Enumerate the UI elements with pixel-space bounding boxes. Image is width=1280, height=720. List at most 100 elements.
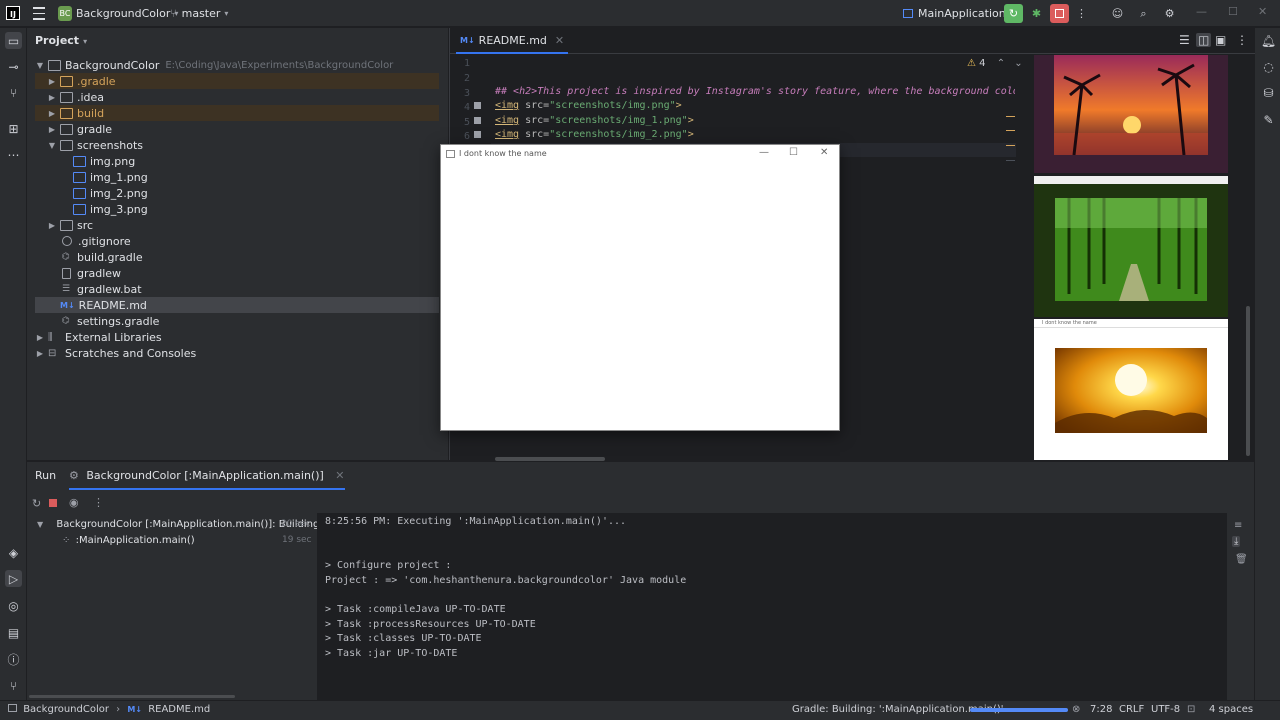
- project-tool-icon[interactable]: ▭: [5, 32, 22, 49]
- forest-path-image: [1034, 184, 1228, 317]
- ai-assistant-icon[interactable]: ◌: [1260, 58, 1277, 75]
- tree-item-gradlew-bat[interactable]: ☰ gradlew.bat: [35, 281, 439, 297]
- stop-button[interactable]: [1050, 4, 1069, 23]
- rerun-button[interactable]: ↻: [1004, 4, 1023, 23]
- project-switcher[interactable]: BackgroundColor ▾: [76, 0, 178, 27]
- tree-item-gitignore[interactable]: .gitignore: [35, 233, 439, 249]
- java-window-title: I dont know the name: [459, 149, 547, 158]
- scroll-to-end-icon[interactable]: ⤓: [1232, 536, 1241, 547]
- project-panel-title[interactable]: Project ▾: [35, 34, 87, 47]
- run-config-selector[interactable]: MainApplication ▾: [903, 0, 1014, 27]
- tree-item-readme[interactable]: M↓ README.md: [35, 297, 439, 313]
- run-tree-scrollbar[interactable]: [29, 695, 235, 698]
- file-encoding[interactable]: UTF-8: [1151, 704, 1180, 715]
- more-tools-icon[interactable]: ⋯: [5, 146, 22, 163]
- vertical-scrollbar[interactable]: [1246, 306, 1250, 456]
- console-line: Project : => 'com.heshanthenura.backgrou…: [325, 575, 687, 586]
- window-maximize-icon[interactable]: ☐: [1228, 5, 1238, 18]
- java-app-window[interactable]: I dont know the name — ☐ ✕: [440, 144, 840, 431]
- window-minimize-icon[interactable]: —: [1196, 5, 1207, 18]
- chevron-down-icon[interactable]: ⌄: [1014, 58, 1022, 69]
- structure-tool-icon[interactable]: ⊞: [5, 120, 22, 137]
- tree-item-img-2[interactable]: img_2.png: [35, 185, 439, 201]
- copilot-icon[interactable]: ✎: [1260, 111, 1277, 128]
- tree-item-img-1[interactable]: img_1.png: [35, 169, 439, 185]
- settings-gear-icon[interactable]: ⚙: [1160, 4, 1179, 23]
- clear-console-icon[interactable]: 🗑︎: [1235, 554, 1248, 565]
- run-tree-child[interactable]: ⁘ :MainApplication.main() 19 sec: [62, 535, 312, 546]
- add-user-icon[interactable]: ☺: [1108, 4, 1127, 23]
- show-options-icon[interactable]: ◉: [69, 496, 79, 509]
- tree-item-src[interactable]: ▶ src: [35, 217, 439, 233]
- markdown-preview[interactable]: I dont know the name: [1034, 55, 1228, 460]
- tree-item-idea[interactable]: ▶ .idea: [35, 89, 439, 105]
- tree-item-gradle-cache[interactable]: ▶ .gradle: [35, 73, 439, 89]
- breadcrumb-file[interactable]: README.md: [148, 704, 210, 715]
- git-icon[interactable]: ⑂: [5, 677, 22, 694]
- close-tab-icon[interactable]: ✕: [555, 34, 564, 47]
- preview-mode-code-icon[interactable]: ☰: [1179, 33, 1190, 47]
- tree-item-screenshots[interactable]: ▼ screenshots: [35, 137, 439, 153]
- tree-item-settings-gradle[interactable]: ⌬ settings.gradle: [35, 313, 439, 329]
- branch-switcher[interactable]: ⑂ master ▾: [170, 0, 228, 27]
- window-close-icon[interactable]: ✕: [820, 147, 828, 158]
- run-tree-root[interactable]: ▼ BackgroundColor [:MainApplication.main…: [37, 519, 319, 530]
- rerun-icon[interactable]: ↻: [32, 497, 41, 510]
- tree-item-img-3[interactable]: img_3.png: [35, 201, 439, 217]
- tree-item-gradle[interactable]: ▶ gradle: [35, 121, 439, 137]
- more-actions-icon[interactable]: ⋮: [1072, 4, 1091, 23]
- caret-position[interactable]: 7:28: [1090, 704, 1112, 715]
- tree-item-gradlew[interactable]: gradlew: [35, 265, 439, 281]
- stop-icon[interactable]: [49, 499, 57, 507]
- notifications-icon[interactable]: 🔔︎: [1260, 32, 1277, 49]
- debug-button[interactable]: ✱: [1027, 4, 1046, 23]
- breadcrumb[interactable]: BackgroundColor › M↓ README.md: [8, 704, 210, 715]
- commit-tool-icon[interactable]: ⊸: [5, 58, 22, 75]
- search-icon[interactable]: ⌕: [1134, 4, 1153, 23]
- tree-item-external-libraries[interactable]: ▶ ⫼ External Libraries: [35, 329, 439, 345]
- code-line[interactable]: <img src="screenshots/img_1.png">: [495, 115, 694, 126]
- code-line[interactable]: <img src="screenshots/img_2.png">: [495, 129, 694, 140]
- window-minimize-icon[interactable]: —: [759, 147, 769, 158]
- preview-mode-split-icon[interactable]: ◫: [1196, 33, 1212, 47]
- editor-more-icon[interactable]: ⋮: [1236, 33, 1248, 47]
- chevron-up-icon[interactable]: ⌃: [997, 58, 1005, 69]
- services-icon[interactable]: ◎: [5, 597, 22, 614]
- soft-wrap-icon[interactable]: ≡: [1234, 520, 1242, 531]
- tree-item-root[interactable]: ▼ BackgroundColor E:\Coding\Java\Experim…: [35, 57, 439, 73]
- indent-setting[interactable]: 4 spaces: [1209, 704, 1253, 715]
- console-output[interactable]: 8:25:56 PM: Executing ':MainApplication.…: [317, 513, 1227, 700]
- preview-image-forest: [1034, 176, 1228, 317]
- run-config-tab[interactable]: ⚙ BackgroundColor [:MainApplication.main…: [69, 469, 345, 490]
- database-icon[interactable]: ⛁: [1260, 84, 1277, 101]
- window-close-icon[interactable]: ✕: [1258, 5, 1267, 18]
- tree-item-label: img_2.png: [90, 186, 148, 200]
- main-menu-button[interactable]: [32, 0, 46, 27]
- tab-readme[interactable]: M↓ README.md ✕: [456, 28, 569, 54]
- code-line-comment[interactable]: ## <h2>This project is inspired by Insta…: [495, 86, 1015, 97]
- cancel-build-icon[interactable]: ⊗: [1072, 704, 1080, 715]
- lock-icon[interactable]: ⊡: [1187, 704, 1195, 715]
- run-tool-icon[interactable]: ▷: [5, 570, 22, 587]
- tree-item-label: External Libraries: [65, 330, 162, 344]
- script-file-icon: [62, 267, 71, 279]
- tree-item-build[interactable]: ▶ build: [35, 105, 439, 121]
- breadcrumb-project[interactable]: BackgroundColor: [23, 704, 109, 715]
- close-tab-icon[interactable]: ✕: [335, 469, 344, 482]
- tab-label: README.md: [478, 33, 547, 47]
- layers-icon[interactable]: ◈: [5, 544, 22, 561]
- project-name: BackgroundColor: [76, 7, 171, 20]
- problems-icon[interactable]: ⓘ: [5, 651, 22, 668]
- preview-mode-preview-icon[interactable]: ▣: [1215, 33, 1226, 47]
- line-number: 1: [463, 58, 470, 69]
- tree-item-scratches[interactable]: ▶ ⊟ Scratches and Consoles: [35, 345, 439, 361]
- more-options-icon[interactable]: ⋮: [93, 496, 104, 509]
- window-maximize-icon[interactable]: ☐: [789, 147, 798, 158]
- warnings-indicator[interactable]: ⚠ 4 ⌃ ⌄: [967, 58, 1023, 69]
- terminal-icon[interactable]: ▤: [5, 624, 22, 641]
- code-line[interactable]: <img src="screenshots/img.png">: [495, 100, 682, 111]
- tree-item-build-gradle[interactable]: ⌬ build.gradle: [35, 249, 439, 265]
- line-separator[interactable]: CRLF: [1119, 704, 1144, 715]
- tree-item-img[interactable]: img.png: [35, 153, 439, 169]
- pull-requests-icon[interactable]: ⑂: [5, 84, 22, 101]
